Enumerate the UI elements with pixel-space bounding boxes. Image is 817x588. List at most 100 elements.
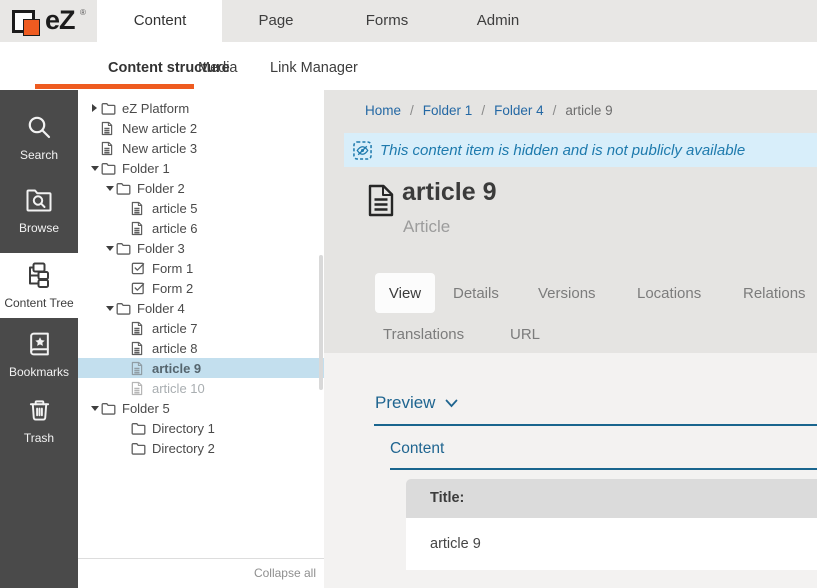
tree-scrollbar[interactable] [319, 255, 323, 390]
tree-item-label: eZ Platform [122, 101, 189, 116]
breadcrumb-separator: / [481, 103, 485, 118]
tab-view[interactable]: View [375, 273, 435, 313]
caret-down-icon[interactable] [103, 186, 116, 191]
breadcrumb-separator: / [410, 103, 414, 118]
caret-down-icon[interactable] [88, 406, 101, 411]
tab-details[interactable]: Details [453, 285, 499, 302]
tree-item-label: New article 2 [122, 121, 197, 136]
sidebar-item-browse[interactable]: Browse [0, 187, 78, 235]
subnav-tab-link-manager[interactable]: Link Manager [270, 60, 358, 76]
top-bar: eZ ® Content Page Forms Admin [0, 0, 817, 42]
active-subnav-underline [35, 84, 194, 89]
tree-item-form-2[interactable]: Form 2 [78, 278, 324, 298]
caret-down-icon[interactable] [88, 166, 101, 171]
article-icon [131, 381, 146, 396]
tree-item-form-1[interactable]: Form 1 [78, 258, 324, 278]
main-content: Home / Folder 1 / Folder 4 / article 9 T… [324, 90, 817, 588]
preview-section-divider [374, 424, 817, 426]
folder-icon [101, 402, 116, 415]
tree-item-label: article 9 [152, 361, 201, 376]
tab-locations[interactable]: Locations [637, 285, 701, 302]
tree-item-folder-5[interactable]: Folder 5 [78, 398, 324, 418]
caret-right-icon[interactable] [88, 104, 101, 112]
tree-item-label: Folder 1 [122, 161, 170, 176]
tree-item-article-5[interactable]: article 5 [78, 198, 324, 218]
tree-item-new-article-3[interactable]: New article 3 [78, 138, 324, 158]
view-tab-panel: Preview Content Title: article 9 [324, 353, 817, 588]
logo-registered-mark: ® [80, 8, 86, 17]
article-icon [131, 221, 146, 236]
breadcrumb-separator: / [553, 103, 557, 118]
tree-item-label: article 8 [152, 341, 198, 356]
logo-text: eZ [45, 5, 75, 36]
sidebar-item-label: Browse [19, 221, 59, 235]
folder-icon [116, 242, 131, 255]
article-type-icon [368, 184, 394, 222]
subnav-tab-media[interactable]: Media [198, 60, 238, 76]
preview-section-label: Preview [375, 393, 435, 413]
hidden-content-notice-text: This content item is hidden and is not p… [380, 142, 745, 159]
breadcrumb-link-folder-4[interactable]: Folder 4 [494, 103, 544, 118]
hidden-eye-icon [353, 141, 372, 160]
sidebar-item-content-tree[interactable]: Content Tree [0, 253, 78, 318]
browse-icon [0, 187, 78, 216]
form-icon [131, 281, 146, 295]
article-icon [101, 121, 116, 136]
tree-item-directory-1[interactable]: Directory 1 [78, 418, 324, 438]
sidebar-item-trash[interactable]: Trash [0, 397, 78, 445]
tree-item-label: New article 3 [122, 141, 197, 156]
tree-item-folder-2[interactable]: Folder 2 [78, 178, 324, 198]
tree-item-article-8[interactable]: article 8 [78, 338, 324, 358]
content-tree-list: eZ Platform New article 2 New article 3 … [78, 98, 324, 458]
article-icon [131, 201, 146, 216]
field-value-title: article 9 [406, 518, 817, 570]
sidebar-item-bookmarks[interactable]: Bookmarks [0, 331, 78, 379]
tree-item-label: Folder 3 [137, 241, 185, 256]
tab-translations[interactable]: Translations [383, 326, 464, 343]
tree-item-folder-1[interactable]: Folder 1 [78, 158, 324, 178]
folder-icon [101, 162, 116, 175]
tree-item-label: Form 2 [152, 281, 193, 296]
content-tree-icon [0, 262, 78, 291]
bookmarks-icon [0, 331, 78, 360]
collapse-all-button[interactable]: Collapse all [254, 566, 316, 580]
tree-item-folder-4[interactable]: Folder 4 [78, 298, 324, 318]
tree-item-label: article 10 [152, 381, 205, 396]
top-tab-page[interactable]: Page [221, 12, 331, 29]
tree-item-ez-platform[interactable]: eZ Platform [78, 98, 324, 118]
breadcrumb-current: article 9 [565, 103, 612, 118]
tab-relations[interactable]: Relations [743, 285, 806, 302]
folder-icon [116, 182, 131, 195]
top-tab-content[interactable]: Content [105, 12, 215, 29]
top-tab-forms[interactable]: Forms [332, 12, 442, 29]
sidebar-item-label: Content Tree [4, 296, 73, 310]
preview-section-toggle[interactable]: Preview [375, 393, 458, 413]
top-tab-admin[interactable]: Admin [443, 12, 553, 29]
logo-square-orange [23, 19, 40, 36]
app-window: eZ ® Content Page Forms Admin Content st… [0, 0, 817, 588]
tab-versions[interactable]: Versions [538, 285, 596, 302]
tree-item-article-7[interactable]: article 7 [78, 318, 324, 338]
tree-item-label: Directory 2 [152, 441, 215, 456]
tree-item-directory-2[interactable]: Directory 2 [78, 438, 324, 458]
tree-item-label: article 6 [152, 221, 198, 236]
tree-item-new-article-2[interactable]: New article 2 [78, 118, 324, 138]
breadcrumb-link-home[interactable]: Home [365, 103, 401, 118]
sidebar-item-search[interactable]: Search [0, 114, 78, 162]
caret-down-icon[interactable] [103, 246, 116, 251]
tree-item-article-9[interactable]: article 9 [78, 358, 324, 378]
tree-item-label: Folder 2 [137, 181, 185, 196]
breadcrumb-link-folder-1[interactable]: Folder 1 [423, 103, 473, 118]
tree-item-article-10[interactable]: article 10 [78, 378, 324, 398]
tree-item-label: article 7 [152, 321, 198, 336]
tree-item-label: Directory 1 [152, 421, 215, 436]
tree-item-folder-3[interactable]: Folder 3 [78, 238, 324, 258]
folder-icon [101, 102, 116, 115]
icon-sidebar: Search Browse Content Tree Bookmarks Tra [0, 90, 78, 588]
ez-logo[interactable]: eZ ® [12, 6, 92, 38]
sidebar-item-label: Search [20, 148, 58, 162]
breadcrumb: Home / Folder 1 / Folder 4 / article 9 [365, 103, 613, 118]
tree-item-article-6[interactable]: article 6 [78, 218, 324, 238]
caret-down-icon[interactable] [103, 306, 116, 311]
tab-url[interactable]: URL [510, 326, 540, 343]
